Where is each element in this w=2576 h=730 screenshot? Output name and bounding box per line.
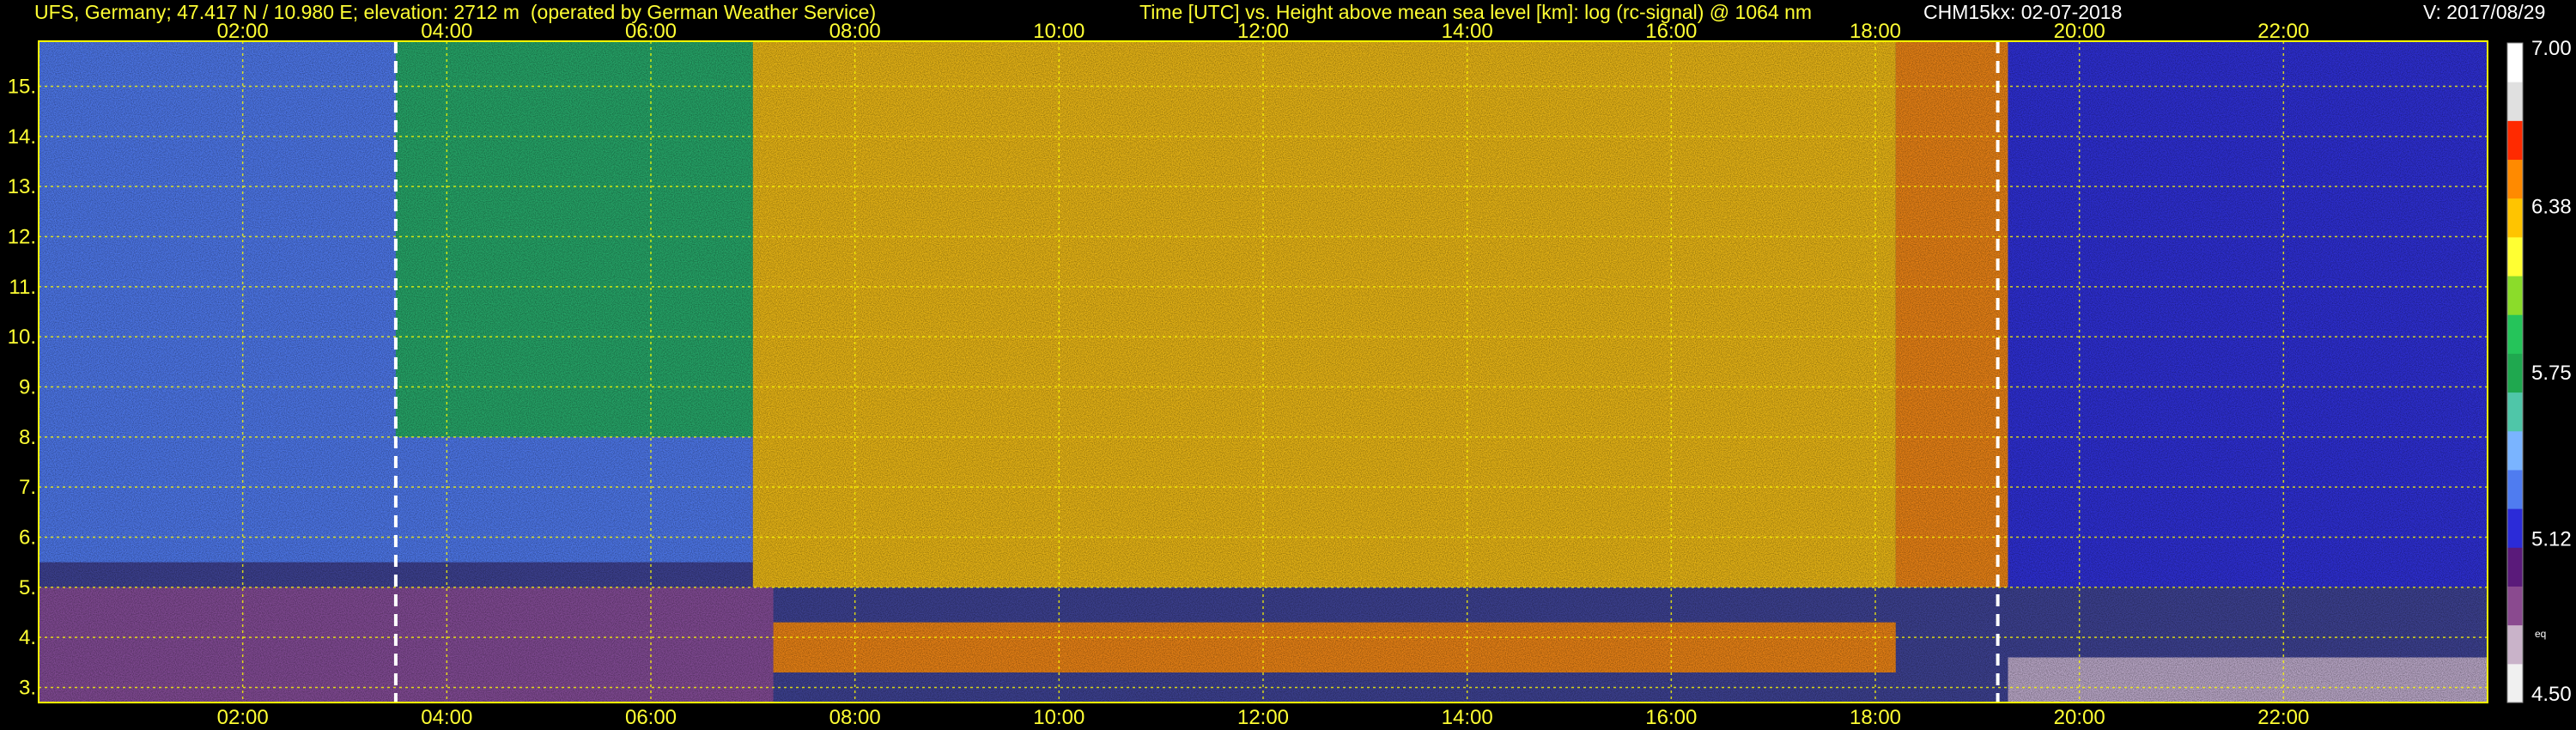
colorbar-segment [2507, 469, 2523, 509]
x-tick-label: 16:00 [1645, 20, 1697, 43]
y-tick-label: 12. [8, 226, 36, 249]
y-tick-label: 14. [8, 125, 36, 149]
x-tick-label: 12:00 [1237, 706, 1289, 729]
colorbar-segment [2507, 392, 2523, 432]
y-tick-label: 8. [19, 426, 36, 449]
y-tick-label: 5. [19, 576, 36, 599]
x-tick-label: 12:00 [1237, 20, 1289, 43]
x-tick-label: 04:00 [421, 20, 472, 43]
colorbar-tick-label: 5.75 [2531, 362, 2572, 385]
colorbar-segment [2507, 314, 2523, 354]
y-tick-label: 6. [19, 526, 36, 550]
colorbar-segment [2507, 586, 2523, 626]
colorbar-segment [2507, 663, 2523, 703]
colorbar-segment [2507, 198, 2523, 238]
x-tick-label: 06:00 [625, 706, 677, 729]
colorbar-segment [2507, 120, 2523, 161]
x-tick-label: 20:00 [2054, 20, 2105, 43]
x-tick-labels-top: 02:00 04:00 06:00 08:00 10:00 12:00 14:00 16:00… [217, 20, 2310, 43]
colorbar-segment [2507, 430, 2523, 471]
y-tick-labels: 3. 4. 5. 6. 7. 8. 9. 10. 11. 12. 13. 14. 15. [8, 76, 36, 700]
x-tick-label: 10:00 [1033, 706, 1084, 729]
x-tick-label: 14:00 [1442, 20, 1493, 43]
colorbar-segment [2507, 236, 2523, 277]
colorbar-tick-label: 4.50 [2531, 683, 2572, 706]
y-tick-label: 11. [9, 276, 36, 299]
colorbar-tick-label: 6.38 [2531, 195, 2572, 218]
x-tick-label: 08:00 [829, 20, 881, 43]
y-tick-label: 15. [8, 76, 36, 99]
colorbar-segment [2507, 547, 2523, 587]
y-tick-label: 10. [8, 325, 36, 349]
x-tick-label: 18:00 [1850, 20, 1901, 43]
colorbar-extra-label: eq [2535, 628, 2546, 640]
x-tick-labels-bottom: 02:00 04:00 06:00 08:00 10:00 12:00 14:00 16:00… [217, 706, 2310, 729]
y-tick-label: 7. [19, 476, 36, 499]
colorbar-segment [2507, 508, 2523, 548]
colorbar-segment [2507, 82, 2523, 121]
colorbar-segment [2507, 353, 2523, 393]
x-tick-label: 22:00 [2257, 20, 2309, 43]
x-tick-label: 08:00 [829, 706, 881, 729]
y-tick-label: 9. [19, 376, 36, 399]
x-tick-label: 02:00 [217, 706, 269, 729]
y-tick-label: 4. [19, 626, 36, 649]
colorbar-segment [2507, 624, 2523, 665]
x-tick-label: 10:00 [1033, 20, 1084, 43]
x-tick-label: 16:00 [1645, 706, 1697, 729]
x-tick-label: 14:00 [1442, 706, 1493, 729]
x-tick-label: 20:00 [2054, 706, 2105, 729]
x-tick-label: 18:00 [1850, 706, 1901, 729]
colorbar-tick-label: 7.00 [2531, 37, 2572, 60]
colorbar-tick-label: 5.12 [2531, 528, 2572, 551]
x-tick-label: 06:00 [625, 20, 677, 43]
colorbar-segment [2507, 159, 2523, 199]
y-tick-label: 13. [8, 175, 36, 198]
x-tick-label: 04:00 [421, 706, 472, 729]
colorbar-segment [2507, 43, 2523, 82]
x-tick-label: 22:00 [2257, 706, 2309, 729]
y-tick-label: 3. [19, 677, 36, 700]
x-tick-label: 02:00 [217, 20, 269, 43]
colorbar [2506, 42, 2524, 703]
lidar-chart: 02:00 04:00 06:00 08:00 10:00 12:00 14:00 16:00… [8, 20, 2572, 729]
colorbar-segment [2507, 276, 2523, 315]
colorbar-tick-labels: 4.50 5.12 5.75 6.38 7.00 eq [2531, 37, 2572, 706]
